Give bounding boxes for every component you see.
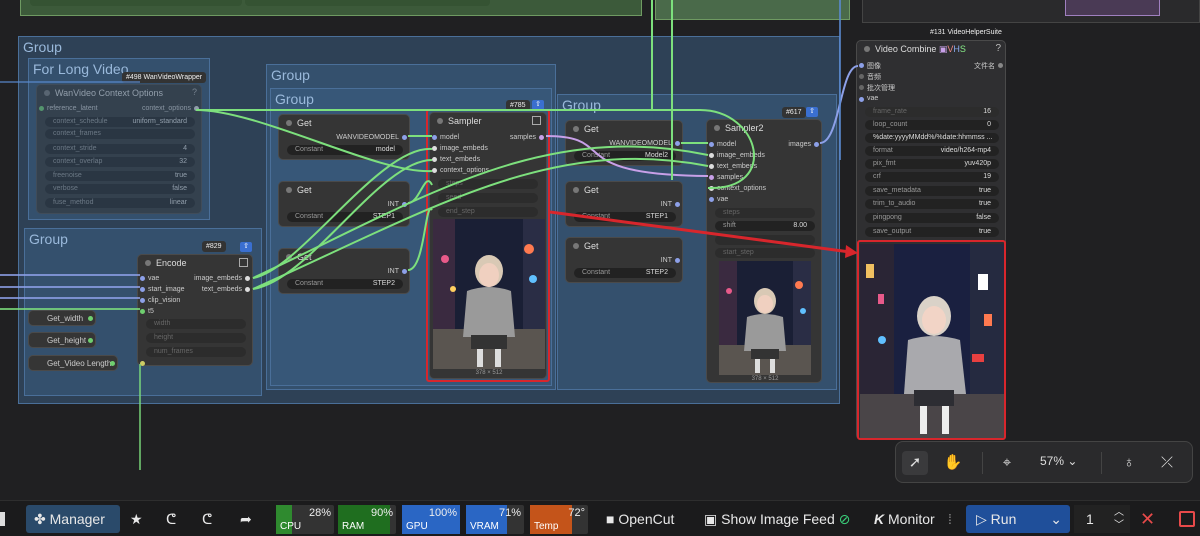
hide-links-icon[interactable]: ⤫ xyxy=(1154,451,1180,475)
gpu-meter: GPU 100% xyxy=(402,505,460,534)
canvas-controls: ➚ ✋ ⌖ 57% ⌄ ♁ ⤫ xyxy=(895,441,1193,483)
run-dropdown-icon[interactable]: ⌄ xyxy=(1050,505,1062,533)
divider-2 xyxy=(1101,452,1102,474)
ram-meter: RAM 90% xyxy=(338,505,396,534)
node-links xyxy=(0,0,859,470)
manager-button[interactable]: ✤ Manager xyxy=(26,505,120,533)
star-icon[interactable]: ★ xyxy=(130,505,143,533)
video-camera-icon: ■ xyxy=(606,511,615,527)
cpu-meter: CPU 28% xyxy=(276,505,334,534)
batch-count-input[interactable]: 1 ︿ ﹀ xyxy=(1074,505,1130,533)
puzzle-icon: ✤ xyxy=(34,511,46,527)
bulb-icon[interactable]: ♁ xyxy=(1116,451,1142,475)
leaf-icon: ⊘ xyxy=(838,511,851,527)
monitor-logo-icon: K xyxy=(874,511,885,527)
model-icon-1[interactable]: ᕦ xyxy=(166,505,176,533)
monitor-button[interactable]: K Monitor xyxy=(874,505,935,533)
cancel-icon[interactable]: ✕ xyxy=(1140,505,1155,533)
decrement-icon[interactable]: ﹀ xyxy=(1114,512,1124,536)
select-tool-icon[interactable]: ➚ xyxy=(902,451,928,475)
run-button[interactable]: ▷ Run ⌄ xyxy=(966,505,1070,533)
bottom-toolbar: ✤ Manager ★ ᕦ ᕦ ➦ CPU 28% RAM 90% GPU 10… xyxy=(0,500,1200,536)
fit-view-icon[interactable]: ⌖ xyxy=(994,451,1020,475)
model-icon-2[interactable]: ᕦ xyxy=(202,505,212,533)
play-icon: ▷ xyxy=(976,511,987,527)
drag-handle-icon[interactable]: ⁞ xyxy=(948,505,952,533)
hand-tool-icon[interactable]: ✋ xyxy=(940,451,966,475)
opencut-button[interactable]: ■ OpenCut xyxy=(606,505,674,533)
vram-meter: VRAM 71% xyxy=(466,505,524,534)
divider xyxy=(982,452,983,474)
node-canvas[interactable]: Group For Long Video #498 WanVideoWrappe… xyxy=(0,0,1200,500)
stop-icon[interactable] xyxy=(1179,511,1195,527)
toolbar-edge xyxy=(0,512,5,526)
image-icon: ▣ xyxy=(704,511,718,527)
temp-meter: Temp 72° xyxy=(530,505,588,534)
image-feed-button[interactable]: ▣ Show Image Feed ⊘ xyxy=(704,505,850,533)
share-icon[interactable]: ➦ xyxy=(240,505,252,533)
zoom-level[interactable]: 57% ⌄ xyxy=(1040,454,1077,468)
